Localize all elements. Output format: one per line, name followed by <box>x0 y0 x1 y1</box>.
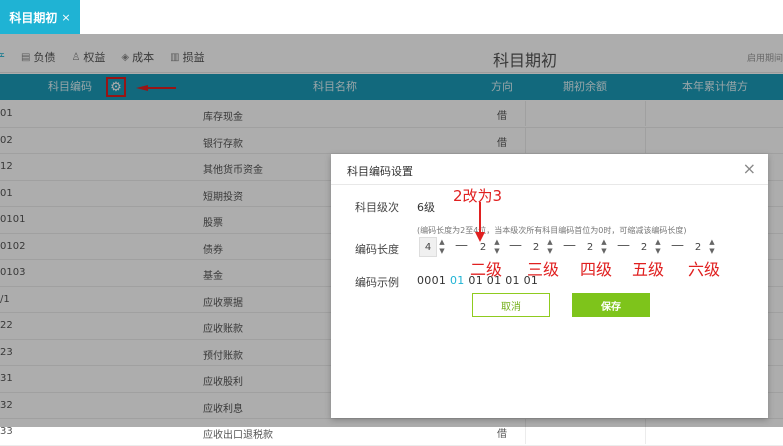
row-name: 应收出口退税款 <box>203 430 273 441</box>
level4-length-stepper[interactable]: 2 ▲ ▼ <box>581 237 609 257</box>
annotation-level-3: 三级 <box>527 260 560 279</box>
stepper-value[interactable]: 2 <box>635 237 653 257</box>
top-tab-bar: 科目期初 × <box>0 0 783 34</box>
level6-length-stepper[interactable]: 2 ▲ ▼ <box>689 237 717 257</box>
tab-subject-opening[interactable]: 科目期初 × <box>0 0 80 34</box>
cancel-button[interactable]: 取消 <box>472 293 550 317</box>
separator-dash: — <box>617 238 630 253</box>
dialog-title: 科目编码设置 <box>347 165 413 178</box>
close-icon[interactable]: × <box>743 159 756 178</box>
spin-arrows-icon[interactable]: ▲ ▼ <box>599 237 609 257</box>
separator-dash: — <box>563 238 576 253</box>
annotation-down-arrow-icon <box>475 202 485 242</box>
example-part-1: 0001 <box>417 274 447 287</box>
level3-length-stepper[interactable]: 2 ▲ ▼ <box>527 237 555 257</box>
separator-dash: — <box>671 238 684 253</box>
annotation-level-2: 二级 <box>470 260 503 279</box>
length-label: 编码长度 <box>355 243 399 256</box>
row-code: 33 <box>0 426 13 437</box>
example-label: 编码示例 <box>355 276 399 289</box>
row-direction: 借 <box>497 429 507 440</box>
separator-dash: — <box>455 238 468 253</box>
spin-arrows-icon[interactable]: ▲ ▼ <box>707 237 717 257</box>
length-hint: (编码长度为2至4位，当本级次所有科目编码首位为0时，可缩减该编码长度) <box>417 226 687 235</box>
spin-arrows-icon[interactable]: ▲ ▼ <box>653 237 663 257</box>
spin-arrows-icon[interactable]: ▲ ▼ <box>492 237 502 257</box>
stepper-value[interactable]: 2 <box>689 237 707 257</box>
level-label: 科目级次 <box>355 201 399 214</box>
level5-length-stepper[interactable]: 2 ▲ ▼ <box>635 237 663 257</box>
level1-length-stepper[interactable]: 4 ▲ ▼ <box>419 237 447 257</box>
stepper-value[interactable]: 2 <box>581 237 599 257</box>
annotation-level-5: 五级 <box>632 260 665 279</box>
save-button[interactable]: 保存 <box>572 293 650 317</box>
spin-arrows-icon[interactable]: ▲ ▼ <box>437 237 447 257</box>
tab-label: 科目期初 <box>9 10 58 25</box>
annotation-level-4: 四级 <box>580 260 613 279</box>
example-part-2: 01 <box>450 274 465 287</box>
code-settings-dialog: 科目编码设置 × 科目级次 6级 (编码长度为2至4位，当本级次所有科目编码首位… <box>331 154 768 418</box>
close-icon[interactable]: × <box>61 11 70 24</box>
annotation-level-6: 六级 <box>688 260 721 279</box>
stepper-value[interactable]: 2 <box>527 237 545 257</box>
separator-dash: — <box>509 238 522 253</box>
level-value: 6级 <box>417 201 435 214</box>
spin-arrows-icon[interactable]: ▲ ▼ <box>545 237 555 257</box>
stepper-value[interactable]: 4 <box>419 237 437 257</box>
dialog-header: 科目编码设置 × <box>331 154 768 185</box>
